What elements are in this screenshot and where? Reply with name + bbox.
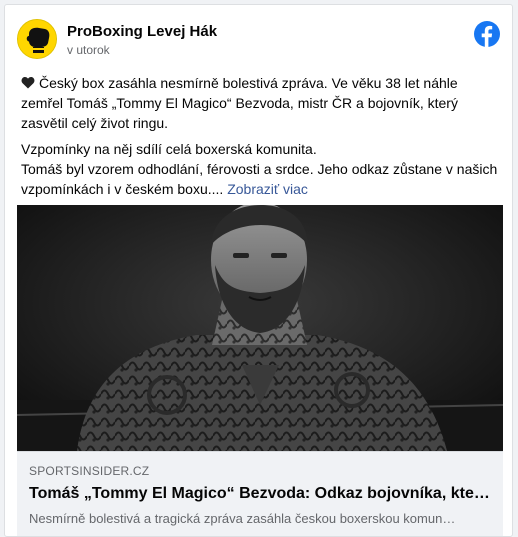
post-timestamp[interactable]: v utorok	[67, 43, 110, 57]
post-paragraph-2: Vzpomínky na něj sdílí celá boxerská kom…	[21, 139, 499, 199]
link-title[interactable]: Tomáš „Tommy El Magico“ Bezvoda: Odkaz b…	[29, 484, 491, 504]
post-card: ProBoxing Levej Hák v utorok Český box z…	[4, 4, 513, 537]
link-domain: SPORTSINSIDER.CZ	[29, 464, 150, 478]
facebook-logo-icon[interactable]	[474, 21, 500, 47]
post-paragraph-2-line-1: Vzpomínky na něj sdílí celá boxerská kom…	[21, 141, 317, 157]
post-paragraph-1: Český box zasáhla nesmírně bolestivá zpr…	[21, 73, 499, 133]
black-heart-icon	[21, 76, 35, 89]
page-avatar[interactable]	[17, 19, 57, 59]
link-description: Nesmírně bolestivá a tragická zpráva zas…	[29, 511, 456, 526]
boxing-glove-icon	[18, 20, 56, 58]
link-preview-meta[interactable]: SPORTSINSIDER.CZ Tomáš „Tommy El Magico“…	[17, 451, 503, 536]
post-paragraph-1-text: Český box zasáhla nesmírně bolestivá zpr…	[21, 75, 458, 131]
post-header: ProBoxing Levej Hák v utorok	[17, 17, 500, 63]
tattooed-bearded-boxer-photo	[17, 205, 503, 451]
link-preview-image[interactable]	[17, 205, 503, 451]
post-message: Český box zasáhla nesmírně bolestivá zpr…	[21, 73, 499, 205]
page-name[interactable]: ProBoxing Levej Hák	[67, 23, 217, 40]
see-more-link[interactable]: Zobraziť viac	[227, 181, 308, 197]
